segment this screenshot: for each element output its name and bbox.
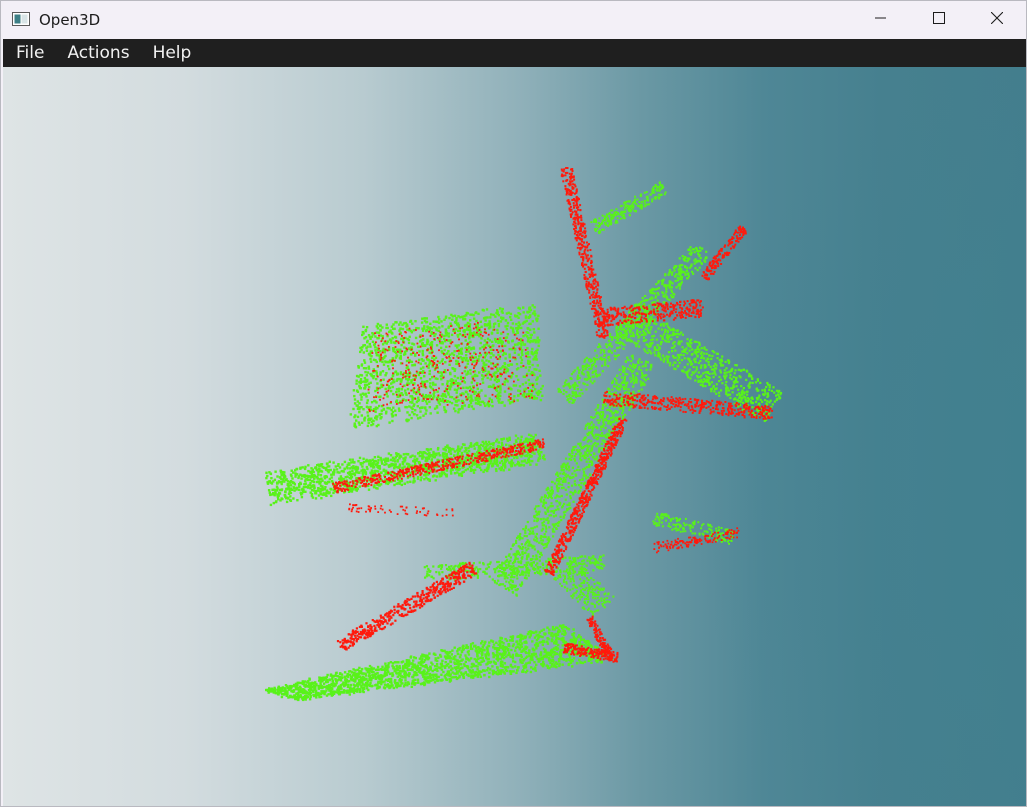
window-title: Open3D [39,11,101,29]
app-window-icon [12,12,30,26]
minimize-button[interactable] [852,1,910,38]
target-point-cloud [265,181,783,702]
title-bar[interactable]: Open3D [1,1,1026,38]
minimize-icon [875,11,887,29]
3d-viewport[interactable] [3,67,1026,806]
point-cloud-render [265,167,783,702]
source-point-cloud [332,167,774,663]
menu-actions[interactable]: Actions [55,39,140,67]
close-icon [990,11,1004,29]
maximize-button[interactable] [910,1,968,38]
maximize-icon [933,11,945,29]
menu-file[interactable]: File [3,39,55,67]
close-button[interactable] [968,1,1026,38]
menu-bar: File Actions Help [3,39,1026,67]
application-window: Open3D File Actions Help [0,0,1027,807]
menu-help[interactable]: Help [141,39,203,67]
